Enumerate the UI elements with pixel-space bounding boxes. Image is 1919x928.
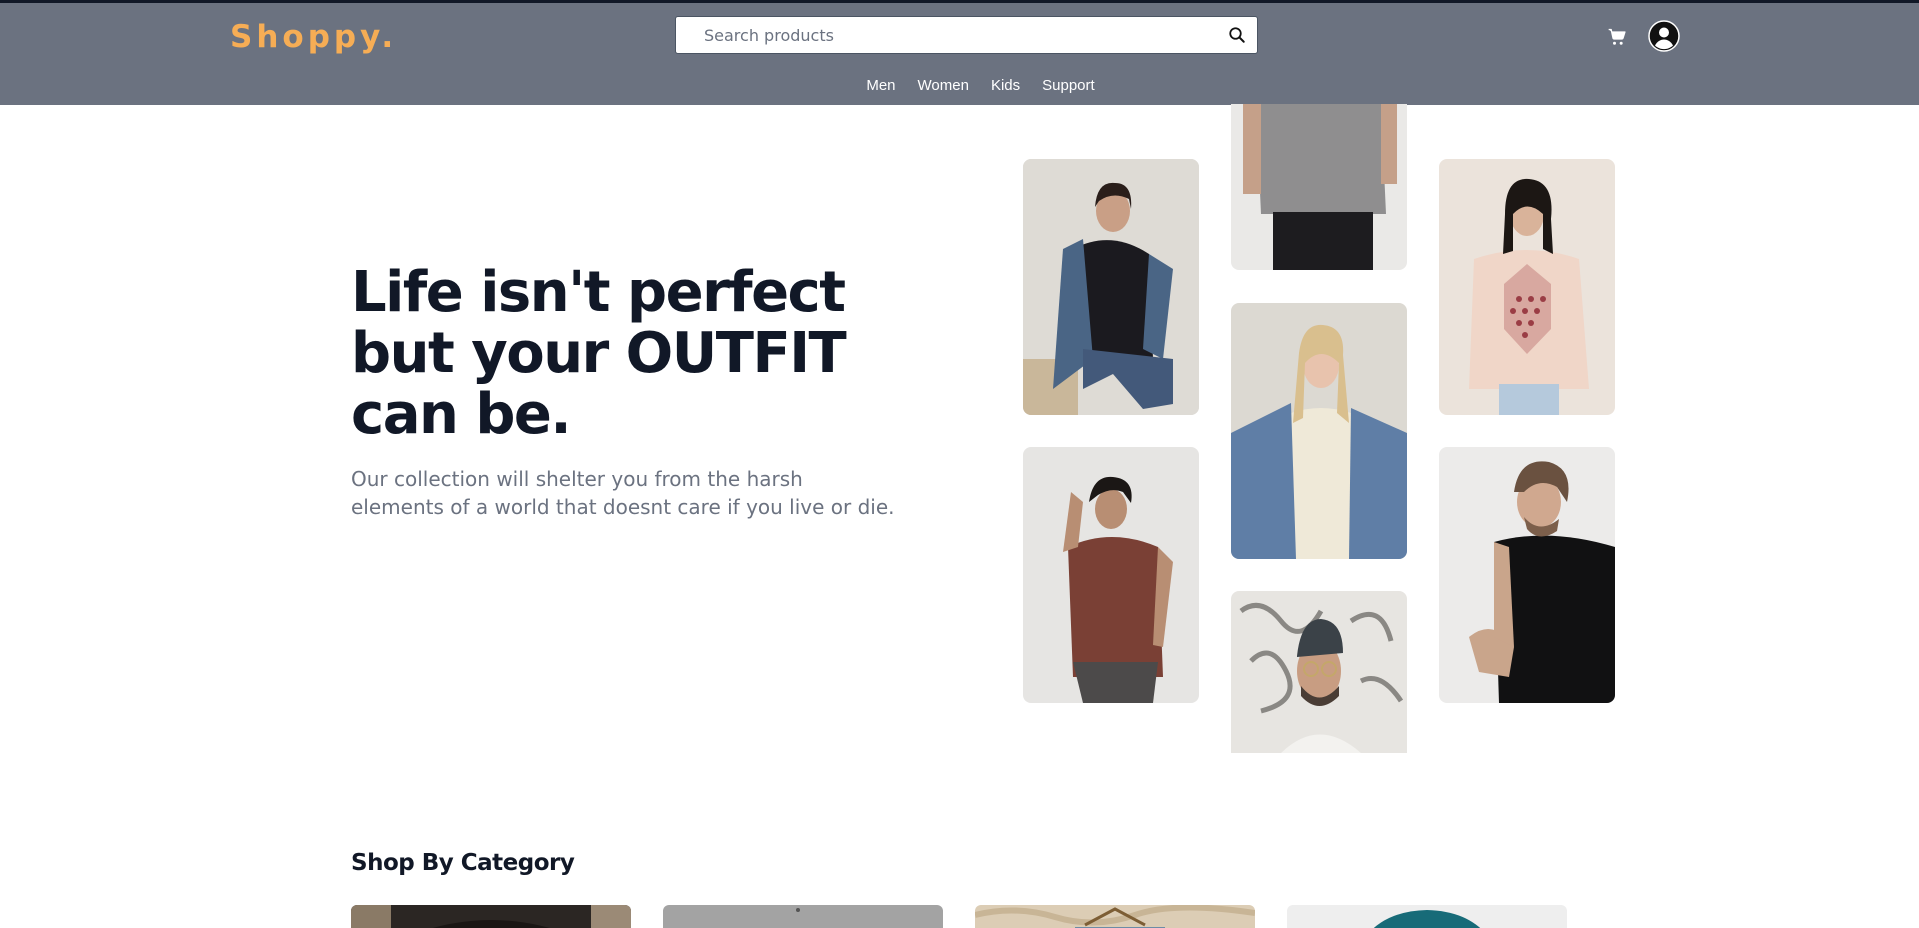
man-brown-tshirt-photo[interactable]	[1023, 447, 1199, 703]
nav-men[interactable]: Men	[866, 77, 895, 94]
site-logo[interactable]: Shoppy.	[230, 19, 397, 55]
hero-subtitle-line: Our collection will shelter you from the…	[351, 467, 803, 491]
search-input[interactable]	[676, 17, 1217, 53]
search-icon	[1229, 27, 1245, 43]
search-bar	[675, 16, 1258, 54]
hero-title: Life isn't perfect but your OUTFIT can b…	[351, 262, 871, 445]
category-card-teal[interactable]	[1287, 905, 1567, 928]
nav-women[interactable]: Women	[918, 77, 969, 94]
woman-cream-top-denim-photo[interactable]	[1231, 303, 1407, 559]
nav-support[interactable]: Support	[1042, 77, 1095, 94]
man-beanie-glasses-photo[interactable]	[1231, 591, 1407, 753]
hero-subtitle: Our collection will shelter you from the…	[351, 465, 911, 521]
hero-title-line: but your OUTFIT	[351, 321, 847, 386]
main-nav: Men Women Kids Support	[0, 71, 1919, 99]
site-header: Shoppy. Men Women Kids Support	[0, 0, 1919, 105]
search-button[interactable]	[1217, 17, 1257, 53]
user-circle-icon[interactable]	[1648, 20, 1680, 52]
hero-subtitle-line: elements of a world that doesnt care if …	[351, 495, 895, 519]
woman-pink-tshirt-photo[interactable]	[1439, 159, 1615, 415]
hero-title-line: can be.	[351, 382, 572, 447]
category-card-hanger[interactable]	[975, 905, 1255, 928]
category-card-grey[interactable]	[663, 905, 943, 928]
cart-icon[interactable]	[1607, 27, 1627, 47]
man-grey-tshirt-photo[interactable]	[1231, 104, 1407, 270]
nav-kids[interactable]: Kids	[991, 77, 1020, 94]
category-card-leather[interactable]	[351, 905, 631, 928]
man-black-tshirt-photo[interactable]	[1439, 447, 1615, 703]
hero-title-line: Life isn't perfect	[351, 260, 846, 325]
section-title: Shop By Category	[351, 850, 575, 876]
woman-denim-jacket-photo[interactable]	[1023, 159, 1199, 415]
